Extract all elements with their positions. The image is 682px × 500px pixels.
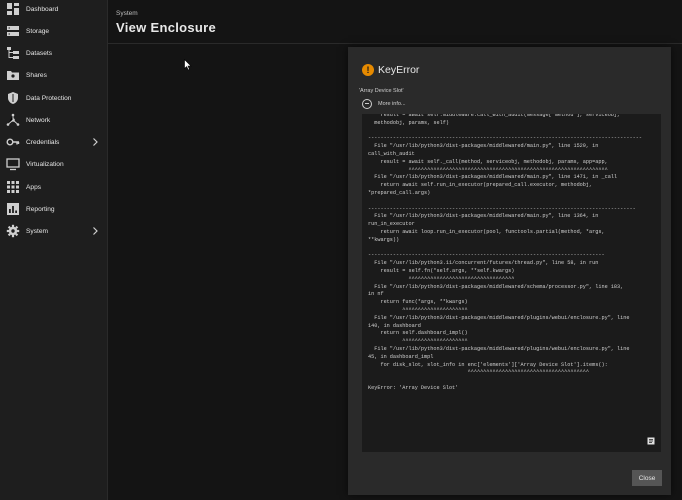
- sidebar-item-label: System: [26, 227, 48, 235]
- dialog-title: KeyError: [378, 64, 420, 76]
- shares-icon: [7, 71, 19, 80]
- datasets-icon: [7, 47, 19, 59]
- sidebar-item-label: Network: [26, 116, 51, 124]
- storage-icon: [7, 26, 19, 36]
- sidebar-item-storage[interactable]: Storage: [0, 20, 108, 42]
- shield-icon: [8, 92, 18, 104]
- sidebar-item-apps[interactable]: Apps: [0, 176, 108, 198]
- traceback-text: result = await self.middleware.call_with…: [368, 114, 642, 391]
- key-icon: [6, 138, 20, 146]
- sidebar-item-label: Credentials: [26, 138, 60, 146]
- sidebar: Dashboard Storage Datasets Shares Data P…: [0, 0, 108, 500]
- more-info-label: More info...: [378, 100, 406, 107]
- page-header: System View Enclosure: [108, 0, 682, 44]
- sidebar-item-label: Virtualization: [26, 160, 64, 168]
- sidebar-item-shares[interactable]: Shares: [0, 64, 108, 86]
- error-dialog: ! KeyError 'Array Device Slot' More info…: [348, 47, 671, 495]
- close-button[interactable]: Close: [632, 470, 662, 486]
- sidebar-item-label: Reporting: [26, 205, 55, 213]
- sidebar-item-virtualization[interactable]: Virtualization: [0, 153, 108, 175]
- sidebar-item-label: Apps: [26, 183, 42, 191]
- monitor-icon: [6, 158, 20, 171]
- sidebar-item-dashboard[interactable]: Dashboard: [0, 0, 108, 20]
- dashboard-icon: [7, 3, 19, 15]
- network-icon: [6, 113, 20, 126]
- breadcrumb[interactable]: System: [116, 10, 138, 17]
- error-message: 'Array Device Slot': [359, 88, 404, 94]
- sidebar-item-credentials[interactable]: Credentials: [0, 131, 108, 153]
- page-title: View Enclosure: [116, 20, 217, 35]
- collapse-icon: [362, 98, 372, 109]
- mouse-cursor-icon: [184, 59, 192, 71]
- chevron-right-icon: [93, 227, 98, 235]
- apps-grid-icon: [7, 181, 19, 193]
- sidebar-item-label: Shares: [26, 71, 47, 79]
- more-info-toggle[interactable]: More info...: [362, 98, 406, 109]
- sidebar-item-reporting[interactable]: Reporting: [0, 198, 108, 220]
- sidebar-item-data-protection[interactable]: Data Protection: [0, 87, 108, 109]
- chevron-right-icon: [93, 138, 98, 146]
- sidebar-item-label: Dashboard: [26, 5, 59, 13]
- sidebar-item-network[interactable]: Network: [0, 109, 108, 131]
- gear-icon: [6, 224, 20, 238]
- sidebar-item-datasets[interactable]: Datasets: [0, 42, 108, 64]
- sidebar-item-label: Storage: [26, 27, 50, 35]
- sidebar-item-label: Datasets: [26, 49, 53, 57]
- traceback-panel[interactable]: result = await self.middleware.call_with…: [362, 114, 661, 452]
- copy-icon[interactable]: [647, 437, 655, 445]
- reporting-icon: [7, 203, 19, 215]
- sidebar-item-label: Data Protection: [26, 94, 72, 102]
- warning-icon: !: [362, 64, 374, 76]
- sidebar-item-system[interactable]: System: [0, 220, 108, 242]
